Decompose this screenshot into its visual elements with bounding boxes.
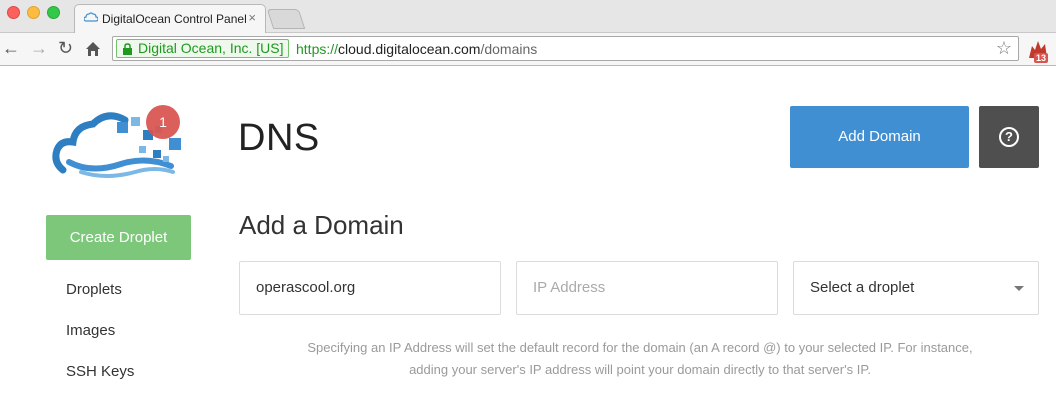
ev-certificate-badge[interactable]: Digital Ocean, Inc. [US] (116, 39, 289, 58)
digitalocean-favicon-icon (84, 12, 98, 22)
home-icon[interactable] (85, 41, 101, 59)
url-scheme: https:// (296, 41, 339, 57)
ev-company-label: Digital Ocean, Inc. [US] (138, 40, 284, 56)
browser-tab[interactable]: DigitalOcean Control Panel × (74, 4, 266, 34)
browser-toolbar: ← → ↻ Digital Ocean, Inc. [US] https://c… (0, 33, 1056, 66)
droplet-select[interactable]: Select a droplet (793, 261, 1039, 315)
caret-down-icon (1014, 286, 1024, 291)
create-droplet-button[interactable]: Create Droplet (46, 215, 191, 260)
notification-badge[interactable]: 1 (146, 105, 180, 139)
address-bar[interactable]: Digital Ocean, Inc. [US] https://cloud.d… (112, 36, 1019, 61)
add-domain-button[interactable]: Add Domain (790, 106, 969, 168)
new-tab-button[interactable] (266, 9, 306, 29)
domain-name-input[interactable]: operascool.org (239, 261, 501, 315)
window-minimize-button[interactable] (27, 6, 40, 19)
bookmark-star-icon[interactable]: ☆ (996, 39, 1012, 57)
question-mark-icon: ? (999, 127, 1019, 147)
tab-title: DigitalOcean Control Panel (102, 12, 247, 26)
sidebar-item-droplets[interactable]: Droplets (66, 281, 122, 298)
url-path: /domains (480, 41, 538, 57)
window-close-button[interactable] (7, 6, 20, 19)
forward-arrow-icon[interactable]: → (30, 38, 48, 58)
lock-icon (123, 43, 132, 55)
reload-icon[interactable]: ↻ (58, 38, 73, 58)
window-maximize-button[interactable] (47, 6, 60, 19)
url-text[interactable]: https://cloud.digitalocean.com/domains (296, 41, 537, 57)
page-content: 1 Create Droplet Droplets Images SSH Key… (0, 67, 1056, 398)
ip-address-input[interactable]: IP Address (516, 261, 778, 315)
ip-help-text: Specifying an IP Address will set the de… (307, 340, 973, 377)
droplet-select-label: Select a droplet (810, 279, 915, 296)
sidebar-item-ssh-keys[interactable]: SSH Keys (66, 363, 134, 380)
add-domain-heading: Add a Domain (239, 210, 404, 240)
url-host: cloud.digitalocean.com (338, 41, 481, 57)
extension-badge: 13 (1034, 53, 1049, 63)
help-button[interactable]: ? (979, 106, 1039, 168)
page-title: DNS (238, 117, 320, 159)
browser-tab-strip: DigitalOcean Control Panel × (0, 0, 1056, 34)
tab-close-icon[interactable]: × (248, 10, 256, 25)
back-arrow-icon[interactable]: ← (2, 38, 20, 58)
sidebar-item-images[interactable]: Images (66, 322, 115, 339)
